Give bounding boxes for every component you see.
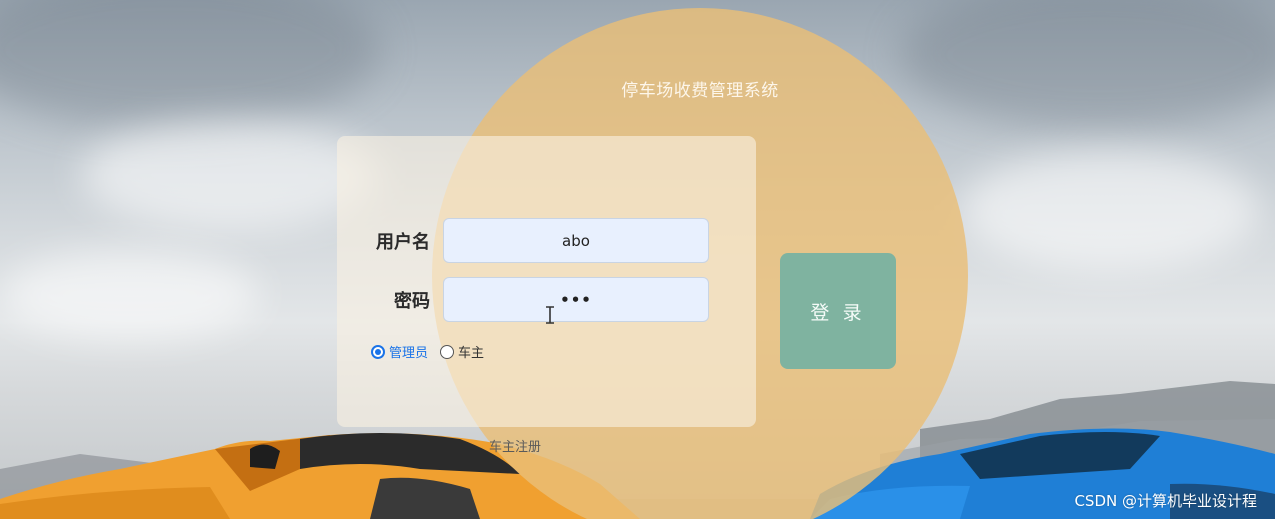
role-admin-label: 管理员: [389, 346, 429, 361]
background-cloud: [960, 150, 1260, 270]
background-cloud: [0, 250, 260, 340]
password-input[interactable]: [443, 277, 709, 322]
background-cloud: [80, 120, 380, 230]
login-card: 用户名 密码 管理员 车主: [337, 136, 756, 427]
username-label: 用户名: [376, 232, 430, 253]
background-cloud: [0, 0, 380, 130]
password-label: 密码: [394, 291, 430, 312]
role-radio-group: 管理员 车主: [371, 342, 496, 361]
register-link[interactable]: 车主注册: [489, 436, 541, 455]
role-option-admin[interactable]: 管理员: [371, 342, 428, 361]
role-owner-label: 车主: [458, 346, 485, 361]
radio-checked-icon[interactable]: [371, 344, 385, 359]
text-cursor-icon: [546, 306, 554, 324]
login-button[interactable]: 登 录: [780, 253, 896, 369]
app-title: 停车场收费管理系统: [621, 81, 779, 101]
role-option-owner[interactable]: 车主: [440, 342, 484, 361]
watermark-text: CSDN @计算机毕业设计程: [1074, 492, 1257, 510]
username-input[interactable]: [443, 218, 709, 263]
radio-unchecked-icon[interactable]: [440, 344, 455, 359]
background-cloud: [900, 0, 1275, 130]
login-page: 停车场收费管理系统 用户名 密码 管理员 车主 登 录 车主注册 CSDN @计…: [0, 0, 1275, 519]
